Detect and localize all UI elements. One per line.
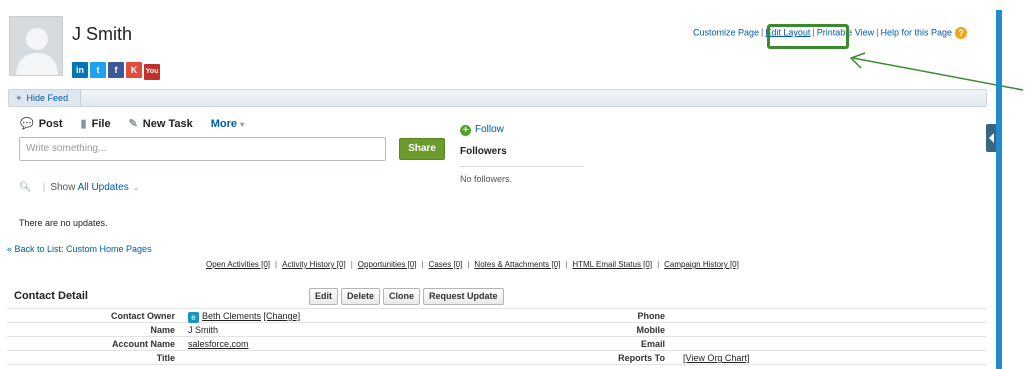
contact-owner-label: Contact Owner — [110, 311, 175, 321]
related-link-notes-attachments[interactable]: Notes & Attachments [0] — [474, 260, 560, 269]
detail-divider — [7, 364, 986, 365]
related-link-html-email-status[interactable]: HTML Email Status [0] — [572, 260, 652, 269]
feed-icon: ✦ — [15, 93, 23, 103]
linkedin-icon[interactable]: in — [72, 62, 88, 78]
clone-button[interactable]: Clone — [383, 288, 421, 305]
related-link-open-activities[interactable]: Open Activities [0] — [206, 260, 270, 269]
mobile-label: Mobile — [636, 325, 666, 335]
facebook-icon[interactable]: f — [108, 62, 124, 78]
related-list-links: Open Activities [0] | Activity History [0]… — [206, 260, 739, 269]
account-name-label: Account Name — [111, 339, 175, 349]
related-link-campaign-history[interactable]: Campaign History [0] — [664, 260, 739, 269]
share-button[interactable]: Share — [399, 138, 445, 160]
detail-divider — [7, 350, 986, 351]
title-label: Title — [156, 353, 175, 363]
name-label: Name — [150, 325, 175, 335]
detail-divider — [7, 336, 986, 337]
all-updates-dropdown[interactable]: All Updates — [78, 182, 129, 193]
pencil-icon: ✎ — [128, 118, 138, 130]
delete-button[interactable]: Delete — [341, 288, 381, 305]
tab-new-task[interactable]: ✎ New Task — [129, 117, 193, 130]
email-label: Email — [640, 339, 665, 349]
name-value: J Smith — [188, 325, 219, 335]
detail-button-bar: Edit Delete Clone Request Update — [309, 288, 507, 305]
publisher-tabs: 💬 Post ▮ File ✎ New Task More ▾ — [20, 117, 262, 130]
contact-owner-link[interactable]: Beth Clements — [202, 311, 261, 321]
hide-feed-label: Hide Feed — [26, 93, 69, 103]
contact-avatar — [9, 16, 63, 76]
reports-to-value: [View Org Chart] — [683, 353, 749, 363]
hide-feed-button[interactable]: ✦ Hide Feed — [9, 90, 81, 106]
request-update-button[interactable]: Request Update — [423, 288, 504, 305]
help-link[interactable]: Help for this Page — [880, 27, 952, 37]
contact-owner-value: e Beth Clements [Change] — [188, 311, 300, 323]
tab-more[interactable]: More ▾ — [211, 118, 244, 130]
tab-file[interactable]: ▮ File — [81, 117, 111, 130]
contact-detail-heading: Contact Detail — [14, 290, 88, 302]
feed-filter: 🔍︎ | Show All Updates ⌄ — [19, 182, 140, 193]
view-org-chart-link[interactable]: [View Org Chart] — [683, 353, 749, 363]
phone-label: Phone — [637, 311, 665, 321]
file-icon: ▮ — [80, 118, 87, 130]
detail-divider — [7, 308, 986, 309]
followers-heading: Followers — [460, 146, 507, 157]
no-followers-text: No followers. — [460, 174, 513, 184]
no-updates-text: There are no updates. — [19, 218, 108, 228]
show-label: Show — [50, 182, 76, 193]
edit-layout-highlight-box — [767, 24, 849, 49]
youtube-icon[interactable]: You — [144, 64, 160, 80]
related-link-cases[interactable]: Cases [0] — [429, 260, 463, 269]
customize-page-link[interactable]: Customize Page — [693, 27, 759, 37]
search-icon[interactable]: 🔍︎ — [19, 182, 32, 193]
account-name-link[interactable]: salesforce.com — [188, 339, 249, 349]
twitter-icon[interactable]: t — [90, 62, 106, 78]
contact-name-heading: J Smith — [72, 24, 133, 44]
followers-divider — [459, 166, 584, 167]
person-silhouette-icon — [10, 17, 62, 75]
social-icons: in t f K You — [72, 62, 162, 80]
post-input[interactable]: Write something... — [19, 137, 386, 161]
edit-button[interactable]: Edit — [309, 288, 338, 305]
back-to-list-link[interactable]: « Back to List: Custom Home Pages — [7, 244, 152, 254]
chevron-down-icon: ▾ — [240, 120, 245, 129]
feed-toolbar — [8, 89, 987, 107]
speech-bubble-icon: 💬 — [20, 118, 34, 130]
help-icon[interactable]: ? — [955, 27, 967, 39]
chevron-down-icon: ⌄ — [132, 183, 140, 192]
related-link-activity-history[interactable]: Activity History [0] — [282, 260, 346, 269]
klout-icon[interactable]: K — [126, 62, 142, 78]
follow-button[interactable]: + Follow — [460, 124, 504, 136]
plus-icon: + — [460, 125, 471, 136]
tab-post[interactable]: 💬 Post — [20, 117, 63, 130]
account-name-value: salesforce.com — [188, 339, 249, 349]
user-icon: e — [188, 312, 199, 323]
right-scroll-bar[interactable] — [996, 10, 1002, 369]
related-link-opportunities[interactable]: Opportunities [0] — [358, 260, 417, 269]
detail-divider — [7, 322, 986, 323]
reports-to-label: Reports To — [618, 353, 665, 363]
change-owner-link[interactable]: [Change] — [264, 311, 301, 321]
